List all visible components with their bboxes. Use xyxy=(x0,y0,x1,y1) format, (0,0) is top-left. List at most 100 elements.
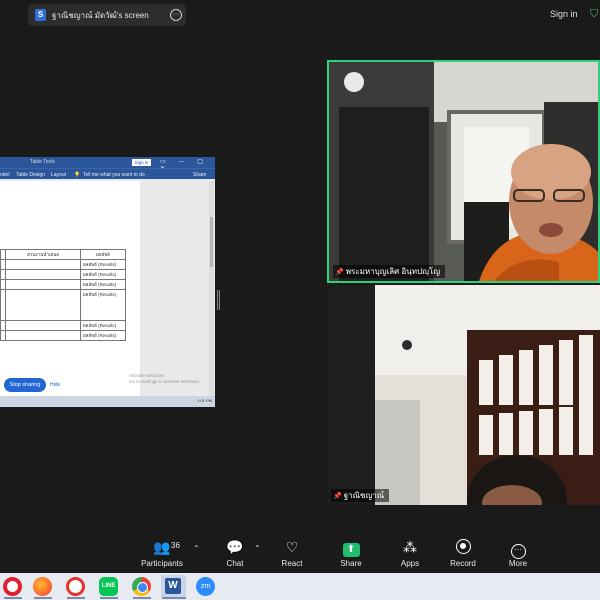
participant-video-feed xyxy=(329,62,598,281)
taskbar-running-indicator xyxy=(133,597,151,599)
chat-label: Chat xyxy=(226,559,244,568)
record-button[interactable]: Record xyxy=(438,539,488,568)
table-cell xyxy=(81,341,126,349)
more-icon: ··· xyxy=(493,539,543,559)
meeting-toolbar: 👥 36 Participants ⌃ 💬 Chat ⌃ ♡ React ⬆ S… xyxy=(0,533,600,573)
document-table: ส่วนงานนำเสนอ ผลลัพธ์ ผลลัพธ์ (Results) … xyxy=(0,249,126,349)
participants-label: Participants xyxy=(141,559,183,568)
taskbar-running-indicator xyxy=(34,597,52,599)
zoom-app-icon[interactable]: zm xyxy=(196,577,215,596)
word-ribbon-tabs: obel Table Design Layout 💡 Tell me what … xyxy=(0,168,215,179)
participant-name-label: 📌 พระมหาบุญเลิศ อินฺทปญฺโญ xyxy=(333,265,446,278)
panel-resize-handle[interactable] xyxy=(217,290,220,310)
app-icon[interactable] xyxy=(66,577,85,596)
share-screen-icon: ⬆ xyxy=(326,539,376,557)
table-cell xyxy=(5,330,81,341)
chat-button[interactable]: 💬 Chat xyxy=(210,539,260,568)
table-header-row: ส่วนงานนำเสนอ ผลลัพธ์ xyxy=(0,249,126,260)
sign-in-link[interactable]: Sign in xyxy=(550,9,578,19)
table-row: ผลลัพธ์ (Results) xyxy=(0,330,126,341)
top-bar: S ฐาณิชญาณ์ มัดวัฒ์'s screen ··· Sign in… xyxy=(0,0,600,30)
table-row: ผลลัพธ์ (Results) xyxy=(0,289,126,321)
chat-options-chevron-icon[interactable]: ⌃ xyxy=(254,544,261,553)
table-row: ผลลัพธ์ (Results) xyxy=(0,279,126,290)
ribbon-tab-layout: Layout xyxy=(51,172,67,178)
record-label: Record xyxy=(450,559,476,568)
table-cell-results: ผลลัพธ์ (Results) xyxy=(80,259,126,270)
table-cell xyxy=(5,269,81,280)
participant-name: พระมหาบุญเลิศ อินฺทปญฺโญ xyxy=(345,267,441,276)
zoom-meeting-window: S ฐาณิชญาณ์ มัดวัฒ์'s screen ··· Sign in… xyxy=(0,0,600,600)
apps-label: Apps xyxy=(400,559,420,568)
word-letter: W xyxy=(165,578,181,594)
react-button[interactable]: ♡ React xyxy=(267,539,317,568)
tell-me-search: Tell me what you want to do xyxy=(83,172,145,178)
table-cell-results: ผลลัพธ์ (Results) xyxy=(80,320,126,331)
table-cell-results: ผลลัพธ์ (Results) xyxy=(80,269,126,280)
table-cell-results: ผลลัพธ์ (Results) xyxy=(80,279,126,290)
doc-scrollbar-thumb xyxy=(210,217,213,267)
more-label: More xyxy=(508,559,528,568)
windows-taskbar: LINE W zm xyxy=(0,573,600,600)
viewing-screen-indicator[interactable]: S ฐาณิชญาณ์ มัดวัฒ์'s screen ··· xyxy=(28,4,186,26)
apps-button[interactable]: ⁂ Apps xyxy=(385,539,435,568)
share-button[interactable]: ⬆ Share xyxy=(326,539,376,568)
react-label: React xyxy=(281,559,303,568)
participants-count: 36 xyxy=(171,541,180,550)
doc-scrollbar-track xyxy=(209,181,214,401)
participant-name-label: 📌 ฐาณิชญาณ์ xyxy=(331,489,390,502)
chat-icon: 💬 xyxy=(226,539,244,555)
table-row: ผลลัพธ์ (Results) xyxy=(0,320,126,331)
table-cell xyxy=(5,320,81,331)
view-options-icon[interactable]: ··· xyxy=(170,9,182,21)
tell-me-lightbulb-icon: 💡 xyxy=(74,172,81,178)
participants-options-chevron-icon[interactable]: ⌃ xyxy=(193,544,200,553)
record-icon xyxy=(438,539,488,555)
pin-icon: 📌 xyxy=(333,493,342,500)
opera-icon[interactable] xyxy=(3,577,22,596)
firefox-icon[interactable] xyxy=(33,577,52,596)
security-shield-icon[interactable]: ⛉ xyxy=(590,8,598,21)
participants-button[interactable]: 👥 36 Participants xyxy=(137,539,187,568)
table-row: ผลลัพธ์ (Results) xyxy=(0,269,126,280)
pin-icon: 📌 xyxy=(335,269,344,276)
more-button[interactable]: ··· More xyxy=(493,539,543,568)
apps-icon: ⁂ xyxy=(403,539,417,555)
table-row xyxy=(1,341,126,349)
video-tile-active-speaker[interactable]: 📌 พระมหาบุญเลิศ อินฺทปญฺโญ xyxy=(327,60,600,283)
activate-windows-watermark: Activate Windows Go to Settings to activ… xyxy=(129,373,200,385)
activate-windows-subtitle: Go to Settings to activate Windows. xyxy=(129,379,201,384)
taskbar-running-indicator xyxy=(4,597,22,599)
share-label: Share xyxy=(340,559,362,568)
table-cell-results: ผลลัพธ์ (Results) xyxy=(80,289,126,321)
shared-screen-taskbar: 1:01 PM xyxy=(0,396,215,407)
ribbon-share: Share xyxy=(193,172,207,178)
heart-icon: ♡ xyxy=(285,539,299,555)
table-tools-label: Table Tools xyxy=(30,159,55,165)
screen-share-icon: S xyxy=(35,9,46,21)
stop-sharing-button: Stop sharing xyxy=(4,378,46,392)
taskbar-running-indicator xyxy=(67,597,85,599)
table-cell-results: ผลลัพธ์ (Results) xyxy=(80,330,126,341)
ribbon-tab-table-design: Table Design xyxy=(16,172,45,178)
word-sign-in-button: Sign in xyxy=(132,159,151,166)
screen-share-label: ฐาณิชญาณ์ มัดวัฒ์'s screen xyxy=(52,10,149,20)
table-header-presenter: ส่วนงานนำเสนอ xyxy=(5,249,81,260)
line-app-icon[interactable]: LINE xyxy=(99,577,118,596)
table-row: ผลลัพธ์ (Results) xyxy=(0,259,126,270)
participant-name: ฐาณิชญาณ์ xyxy=(343,491,385,500)
hide-sharing-bar-link: Hide xyxy=(50,382,61,388)
taskbar-running-indicator xyxy=(162,597,186,599)
taskbar-running-indicator xyxy=(100,597,118,599)
video-tile-participant[interactable]: 📌 ฐาณิชญาณ์ xyxy=(327,285,600,505)
chrome-icon[interactable] xyxy=(132,577,151,596)
ribbon-tab: obel xyxy=(0,172,10,178)
participant-video-feed xyxy=(327,285,600,505)
word-app-icon[interactable]: W xyxy=(161,575,186,598)
table-cell xyxy=(5,279,81,290)
shared-screen-clock: 1:01 PM xyxy=(197,398,212,403)
table-cell xyxy=(6,341,81,349)
table-cell xyxy=(5,289,81,321)
table-cell xyxy=(5,259,81,270)
word-title-bar: Table Tools Sign in ▭ ─ ▢ ✕ xyxy=(0,157,215,172)
